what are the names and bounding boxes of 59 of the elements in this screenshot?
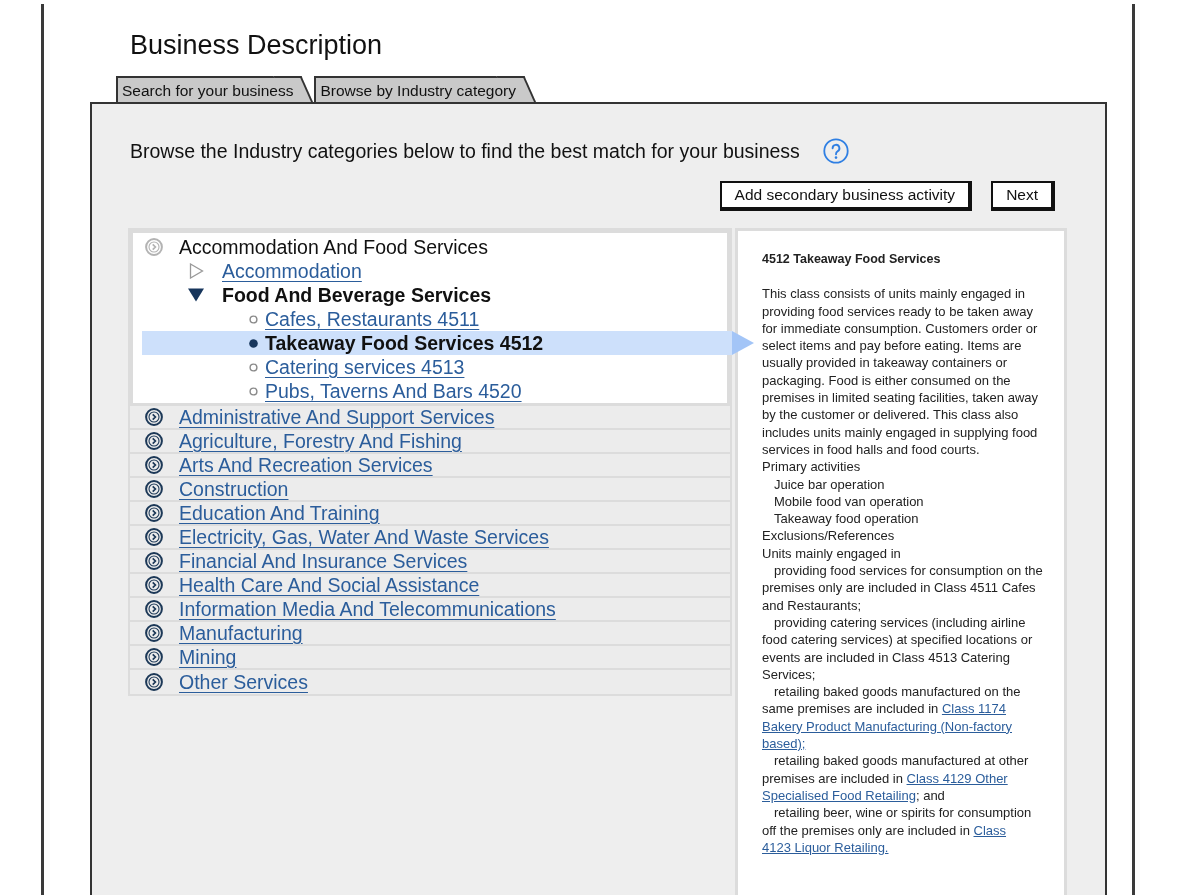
reference-link[interactable]: based); [762, 736, 806, 751]
description-item: Juice bar operation [773, 475, 886, 493]
instruction-text: Browse the Industry categories below to find the best match for your business [130, 139, 800, 163]
category-link[interactable]: Other Services [179, 670, 308, 694]
description-item: providing food services for consumption on the premises only are included in Class 4511 Cafes and Restaurants; [762, 562, 1044, 614]
chevron-circle-icon[interactable] [145, 600, 163, 618]
reference-link[interactable]: Class 4129 Other [906, 770, 1008, 786]
chevron-circle-icon[interactable] [145, 624, 163, 642]
next-button[interactable]: Next [991, 181, 1055, 211]
description-text: Exclusions/References [762, 527, 896, 545]
category-link[interactable]: Mining [179, 645, 237, 669]
reference-link[interactable]: Class [973, 822, 1006, 838]
category-link[interactable]: Agriculture, Forestry And Fishing [179, 429, 462, 453]
triangle-down-icon[interactable] [188, 287, 204, 303]
help-icon[interactable] [822, 138, 849, 164]
description-text: Units mainly engaged in [762, 544, 902, 563]
description-item: providing catering services (including airline food catering services) at specified locations or events are included in Class 4513 Catering Services; [762, 613, 1034, 684]
category-link[interactable]: Education And Training [179, 501, 380, 525]
chevron-circle-icon[interactable] [145, 673, 163, 691]
description-text: This class consists of units mainly engaged in providing food services ready to be taken away for immediate consumption. Customers order or select items and pay before eating. Items are usually provided in takeaway containers or packaging. Food is either consumed on the premises in limited seating facilities, taken away by the customer or delivered. This class also includes units mainly engaged in supplying food services in food halls and food courts. [762, 285, 1039, 459]
category-link[interactable]: Health Care And Social Assistance [179, 573, 480, 597]
tree-leaf-link[interactable]: Cafes, Restaurants 4511 [265, 307, 480, 331]
description-item: Takeaway food operation [773, 510, 920, 528]
reference-link[interactable]: Bakery Product Manufacturing (Non-factory [762, 718, 1012, 734]
description-title: 4512 Takeaway Food Services [762, 251, 942, 268]
description-item: Mobile food van operation [773, 492, 925, 511]
category-link[interactable]: Manufacturing [179, 621, 303, 645]
category-link[interactable]: Arts And Recreation Services [179, 453, 433, 477]
category-label[interactable]: Accommodation And Food Services [179, 235, 488, 259]
tree-leaf-link[interactable]: Pubs, Taverns And Bars 4520 [265, 379, 522, 403]
category-link[interactable]: Administrative And Support Services [179, 405, 495, 429]
category-link[interactable]: Construction [179, 477, 289, 501]
add-activity-button[interactable]: Add secondary business activity [719, 181, 973, 211]
reference-link[interactable]: Specialised Food Retailing [762, 787, 916, 803]
tab[interactable]: Browse by Industry category [313, 76, 536, 102]
category-link[interactable]: Financial And Insurance Services [179, 549, 468, 573]
reference-link[interactable]: 4123 Liquor Retailing. [762, 839, 889, 855]
triangle-right-icon[interactable] [188, 263, 204, 279]
tree-leaf-label[interactable]: Takeaway Food Services 4512 [265, 331, 544, 355]
category-link[interactable]: Electricity, Gas, Water And Waste Services [179, 525, 549, 549]
category-link[interactable]: Information Media And Telecommunications [179, 597, 556, 621]
chevron-circle-icon[interactable] [145, 504, 163, 522]
chevron-circle-icon[interactable] [145, 408, 163, 426]
description-text: Primary activities [762, 458, 862, 476]
tree-leaf-link[interactable]: Catering services 4513 [265, 355, 465, 379]
tab[interactable]: Search for your business [115, 76, 314, 102]
chevron-circle-icon[interactable] [145, 480, 163, 498]
chevron-circle-icon[interactable] [145, 456, 163, 474]
chevron-circle-icon[interactable] [145, 552, 163, 570]
subcategory-label[interactable]: Food And Beverage Services [222, 283, 492, 307]
page-title: Business Description [130, 29, 383, 62]
description-item: retailing beer, wine or spirits for consumption off the premises only are included in Class 4123 Liquor Retailing. [762, 804, 1033, 857]
reference-link[interactable]: Class 1174 [941, 701, 1006, 717]
chevron-circle-icon[interactable] [145, 576, 163, 594]
subcategory-link[interactable]: Accommodation [222, 259, 362, 283]
description-item: retailing baked goods manufactured on the same premises are included in Class 1174 Bakery Product Manufacturing (Non-factory based); [762, 683, 1022, 753]
chevron-circle-icon[interactable] [145, 432, 163, 450]
chevron-circle-icon[interactable] [145, 648, 163, 666]
chevron-circle-icon[interactable] [145, 528, 163, 546]
